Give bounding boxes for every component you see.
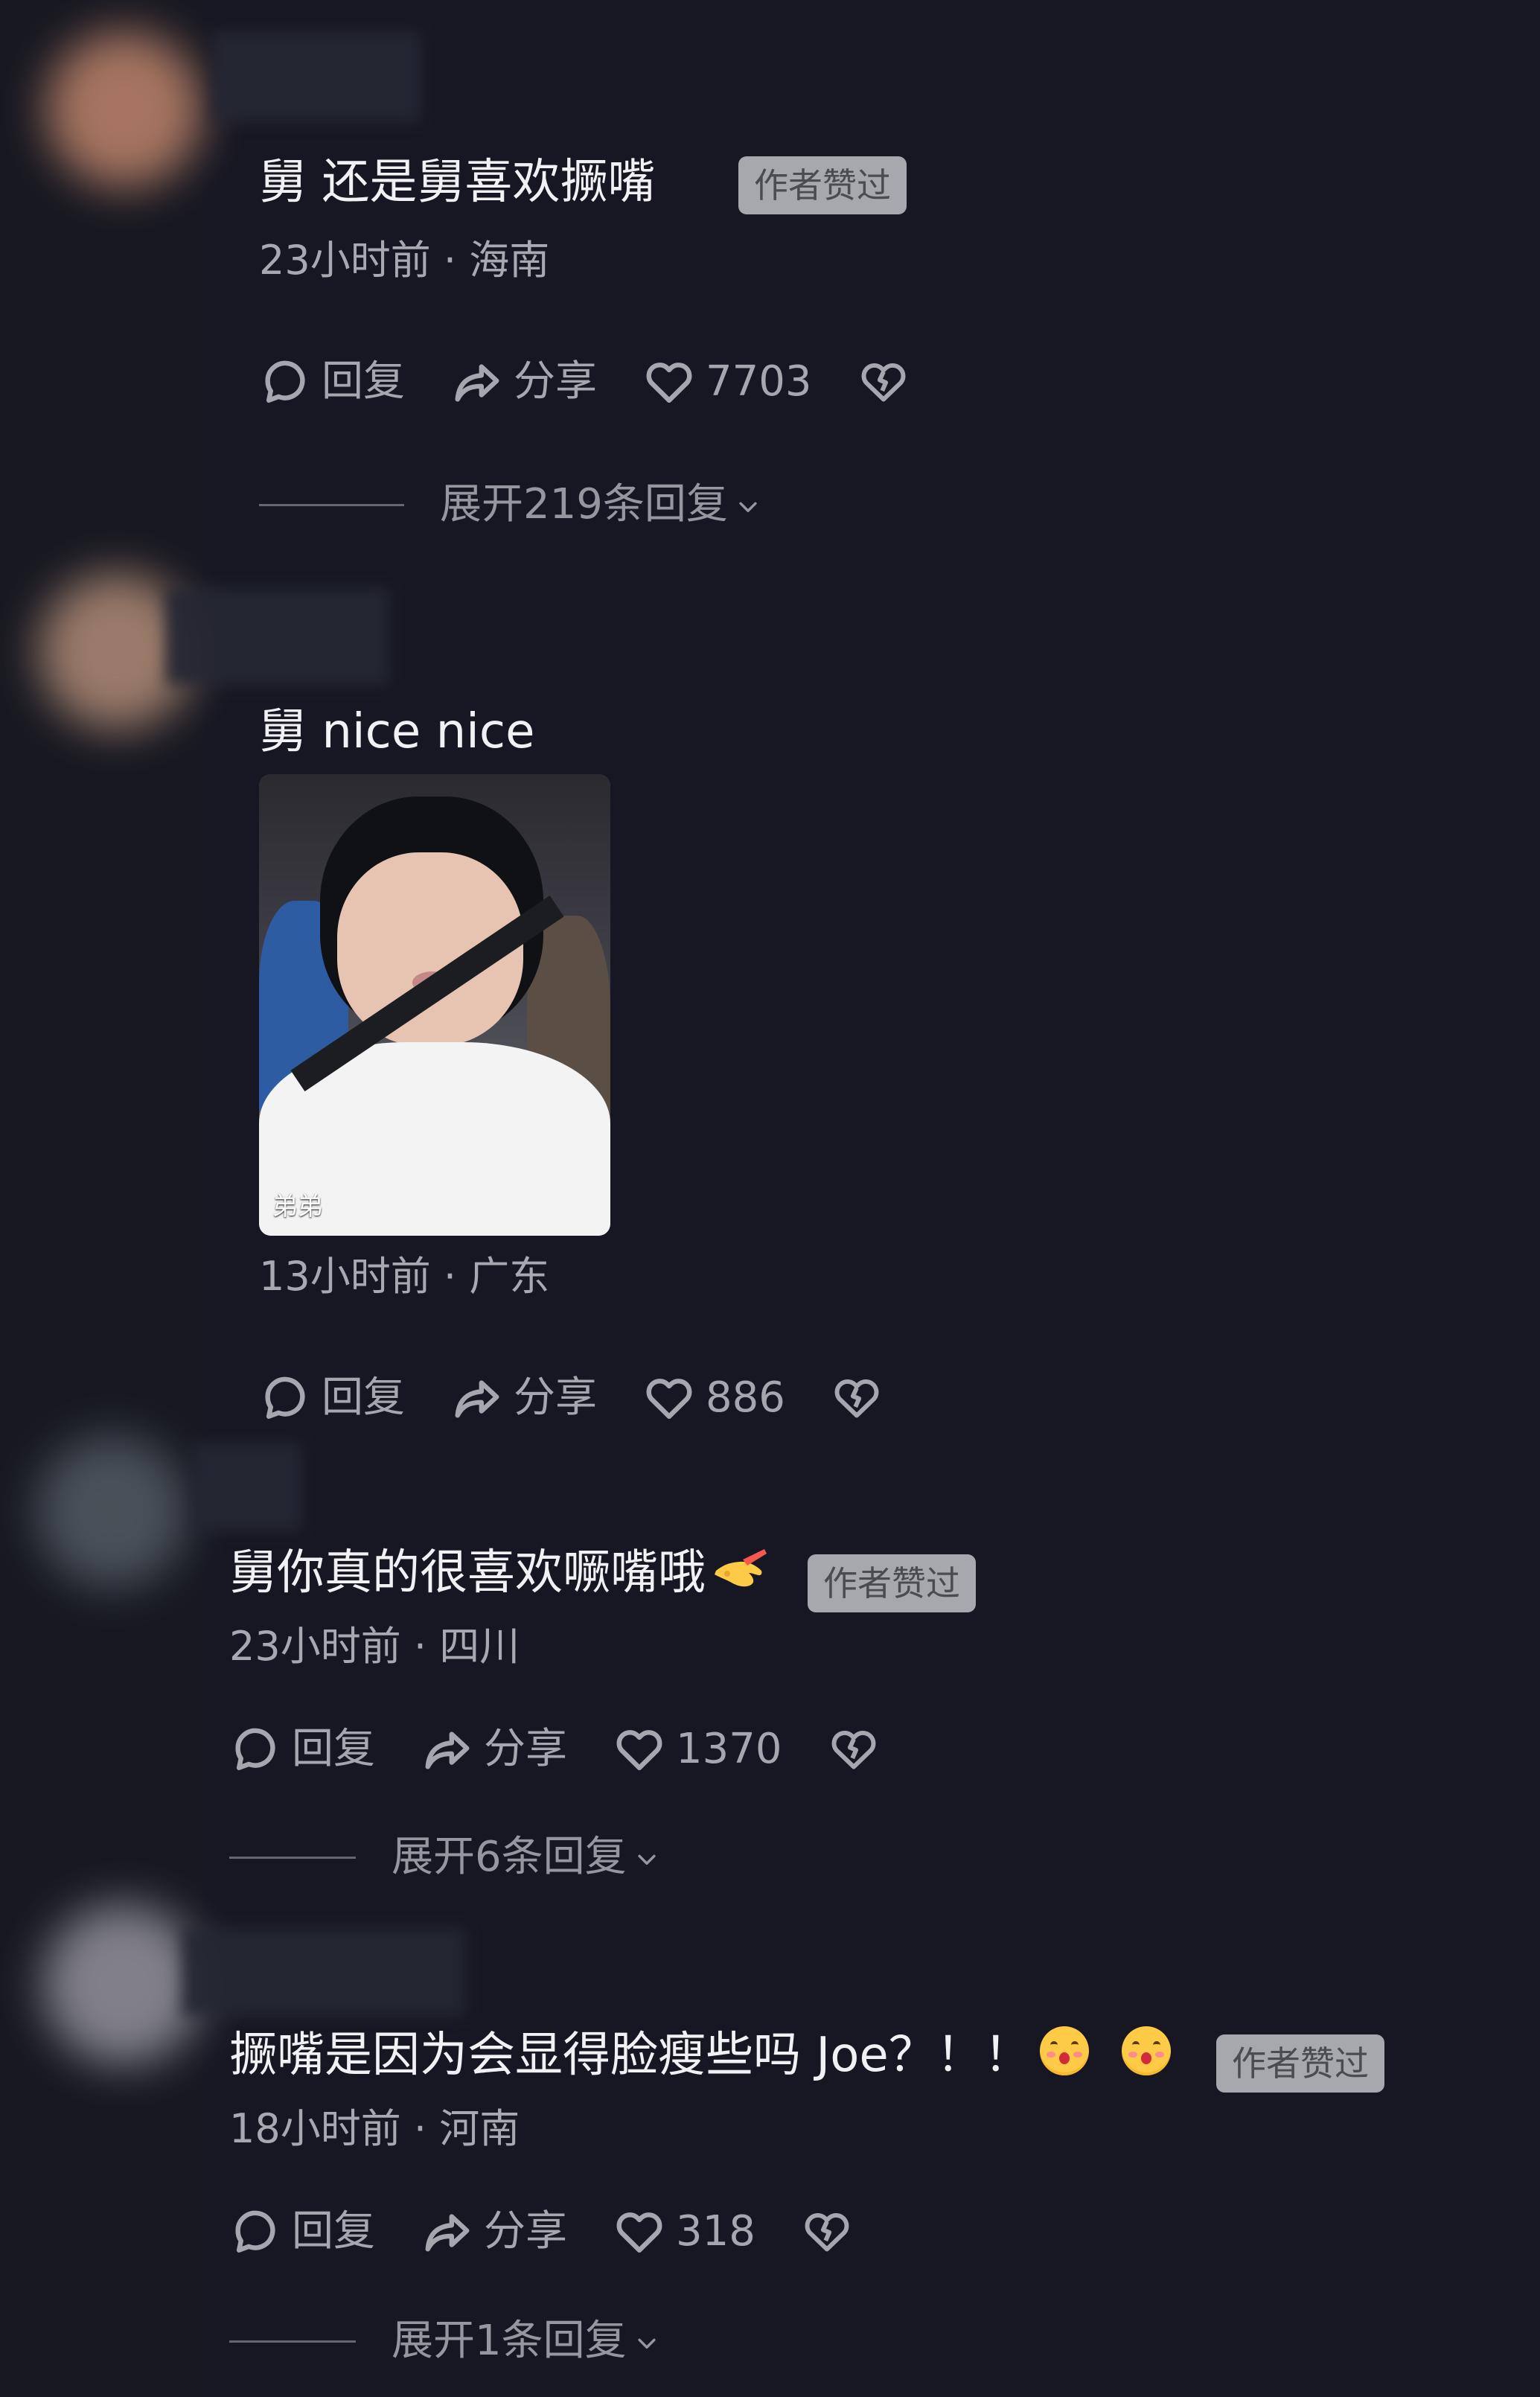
expand-divider [229,1856,356,1859]
emoji-mouth [1141,2052,1151,2064]
comment-text: 舅 nice nice [259,704,535,759]
share-icon [455,1380,499,1418]
emoji-cheek [1128,2052,1137,2058]
heart-icon [646,1379,692,1419]
dislike-button[interactable] [858,357,919,407]
emoji-cheek [1047,2052,1055,2058]
kiss-face-emoji-icon [1122,2026,1171,2075]
chevron-down-icon [739,502,757,512]
reply-label: 回复 [292,2207,375,2256]
heart-icon [616,1730,662,1770]
comment-item: 舅你真的很喜欢噘嘴哦 作者赞过 23小时前 · 四川 回复 分享 1370 展开… [202,1433,1540,1917]
share-icon [425,1731,470,1769]
image-caption: 弟弟 [272,1192,323,1222]
broken-heart-icon [861,363,905,402]
share-button[interactable]: 分享 [451,356,597,408]
avatar[interactable] [46,31,202,188]
reply-button[interactable]: 回复 [259,356,405,408]
reply-icon [265,1376,305,1419]
comment-text: 舅你真的很喜欢噘嘴哦 [229,1545,706,1600]
comment-item: 撅嘴是因为会显得脸瘦些吗 Joe？！！ 作者赞过 18小时前 · 河南 回复 分… [202,1917,1540,2397]
comment-meta: 23小时前 · 海南 [259,237,550,284]
reply-icon [235,2210,275,2253]
kiss-face-emoji-icon [1040,2026,1089,2075]
share-label: 分享 [484,1725,567,1773]
dislike-button[interactable] [831,1373,892,1423]
comment-text: 撅嘴是因为会显得脸瘦些吗 Joe？！！ [229,2028,1032,2083]
share-button[interactable]: 分享 [421,1723,567,1775]
share-label: 分享 [484,2207,567,2256]
share-button[interactable]: 分享 [421,2206,567,2258]
comment-meta: 13小时前 · 广东 [259,1253,550,1300]
comment-actions: 回复 分享 1370 [229,1723,936,1775]
reply-icon [265,360,305,403]
comment-meta: 18小时前 · 河南 [229,2105,520,2152]
like-button[interactable]: 7703 [643,356,812,408]
comment-text: 舅 还是舅喜欢撅嘴 [259,155,656,210]
share-label: 分享 [514,1373,597,1422]
author-liked-badge: 作者赞过 [808,1554,976,1612]
expand-replies-button[interactable]: 展开6条回复 [229,1831,659,1883]
comment-actions: 回复 分享 318 [229,2206,909,2258]
like-count: 1370 [676,1725,782,1773]
chevron-down-icon [638,1854,656,1865]
reply-button[interactable]: 回复 [229,1723,375,1775]
heart-icon [616,2212,662,2253]
broken-heart-icon [834,1379,879,1418]
expand-replies-button[interactable]: 展开1条回复 [229,2315,659,2367]
reply-label: 回复 [322,357,405,406]
reply-icon [235,1728,275,1770]
avatar[interactable] [43,1904,203,2064]
reply-label: 回复 [292,1725,375,1773]
share-label: 分享 [514,357,597,406]
emoji-mouth [1059,2052,1070,2064]
avatar[interactable] [36,1435,188,1588]
reply-button[interactable]: 回复 [259,1372,405,1424]
chevron-down-icon [638,2338,656,2349]
share-icon [455,364,499,402]
like-count: 318 [676,2207,755,2256]
comment-image[interactable]: 弟弟 [259,774,610,1236]
like-button[interactable]: 318 [613,2206,755,2258]
expand-divider [229,2340,356,2343]
share-button[interactable]: 分享 [451,1372,597,1424]
broken-heart-icon [831,1731,875,1769]
broken-heart-icon [805,2213,849,2252]
like-button[interactable]: 886 [643,1372,785,1424]
expand-label: 展开1条回复 [392,2317,627,2365]
reply-label: 回复 [322,1373,405,1422]
like-count: 886 [706,1373,785,1422]
comment-actions: 回复 分享 7703 [259,356,965,408]
expand-replies-button[interactable]: 展开219条回复 [259,479,761,531]
like-count: 7703 [706,357,812,406]
like-button[interactable]: 1370 [613,1723,782,1775]
comment-item: 舅 还是舅喜欢撅嘴 作者赞过 23小时前 · 海南 回复 分享 7703 展开2… [202,0,1540,588]
comment-actions: 回复 分享 886 [259,1372,939,1424]
reply-button[interactable]: 回复 [229,2206,375,2258]
emoji-cheek [1073,2052,1082,2058]
expand-label: 展开6条回复 [392,1833,627,1881]
comment-meta: 23小时前 · 四川 [229,1623,520,1670]
dislike-button[interactable] [802,2206,863,2257]
emoji-cheek [1155,2052,1164,2058]
dislike-button[interactable] [828,1724,889,1775]
comment-item: 舅 nice nice 弟弟 13小时前 · 广东 回复 分享 886 [202,588,1540,1433]
expand-label: 展开219条回复 [440,480,728,529]
author-liked-badge: 作者赞过 [738,156,907,214]
author-liked-badge: 作者赞过 [1216,2034,1384,2093]
share-icon [425,2214,470,2252]
heart-icon [646,363,692,403]
hand-point-emoji-icon [715,1549,767,1587]
expand-divider [259,503,404,506]
